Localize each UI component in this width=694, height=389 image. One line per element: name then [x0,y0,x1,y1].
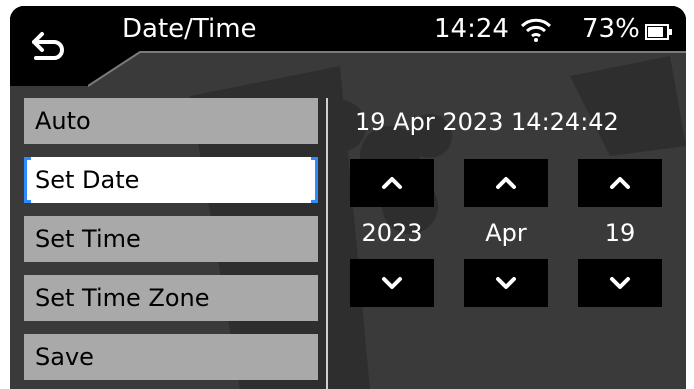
year-up-button[interactable] [350,159,434,207]
menu-item-save[interactable]: Save [24,334,318,380]
menu-item-label: Save [35,343,94,371]
menu-item-set-date[interactable]: Set Date [24,157,318,203]
battery-icon [645,24,672,40]
month-down-button[interactable] [464,259,548,307]
day-up-button[interactable] [578,159,662,207]
battery-percent: 73% [582,14,640,44]
clock-time: 14:24 [434,14,509,44]
year-value: 2023 [361,219,423,247]
year-down-button[interactable] [350,259,434,307]
month-up-button[interactable] [464,159,548,207]
wifi-icon [520,18,552,42]
menu-item-auto[interactable]: Auto [24,98,318,144]
page-title: Date/Time [122,14,257,44]
back-button[interactable] [10,6,88,86]
menu-item-label: Auto [35,107,91,135]
device-screen: Date/Time 14:24 73% Auto Set Date Set Ti… [10,6,686,389]
current-datetime: 19 Apr 2023 14:24:42 [355,108,619,136]
menu-item-label: Set Time Zone [35,284,210,312]
menu-item-label: Set Time [35,225,141,253]
day-down-button[interactable] [578,259,662,307]
panel-divider [326,98,328,389]
selection-bracket-right [311,157,318,203]
selection-bracket-left [24,157,31,203]
month-value: Apr [485,219,527,247]
chevron-down-icon [382,277,402,289]
chevron-down-icon [610,277,630,289]
back-arrow-icon [32,32,64,60]
chevron-up-icon [382,177,402,189]
menu-item-set-time-zone[interactable]: Set Time Zone [24,275,318,321]
menu-item-label: Set Date [35,166,140,194]
menu-item-set-time[interactable]: Set Time [24,216,318,262]
chevron-down-icon [496,277,516,289]
chevron-up-icon [496,177,516,189]
day-value: 19 [604,219,636,247]
chevron-up-icon [610,177,630,189]
